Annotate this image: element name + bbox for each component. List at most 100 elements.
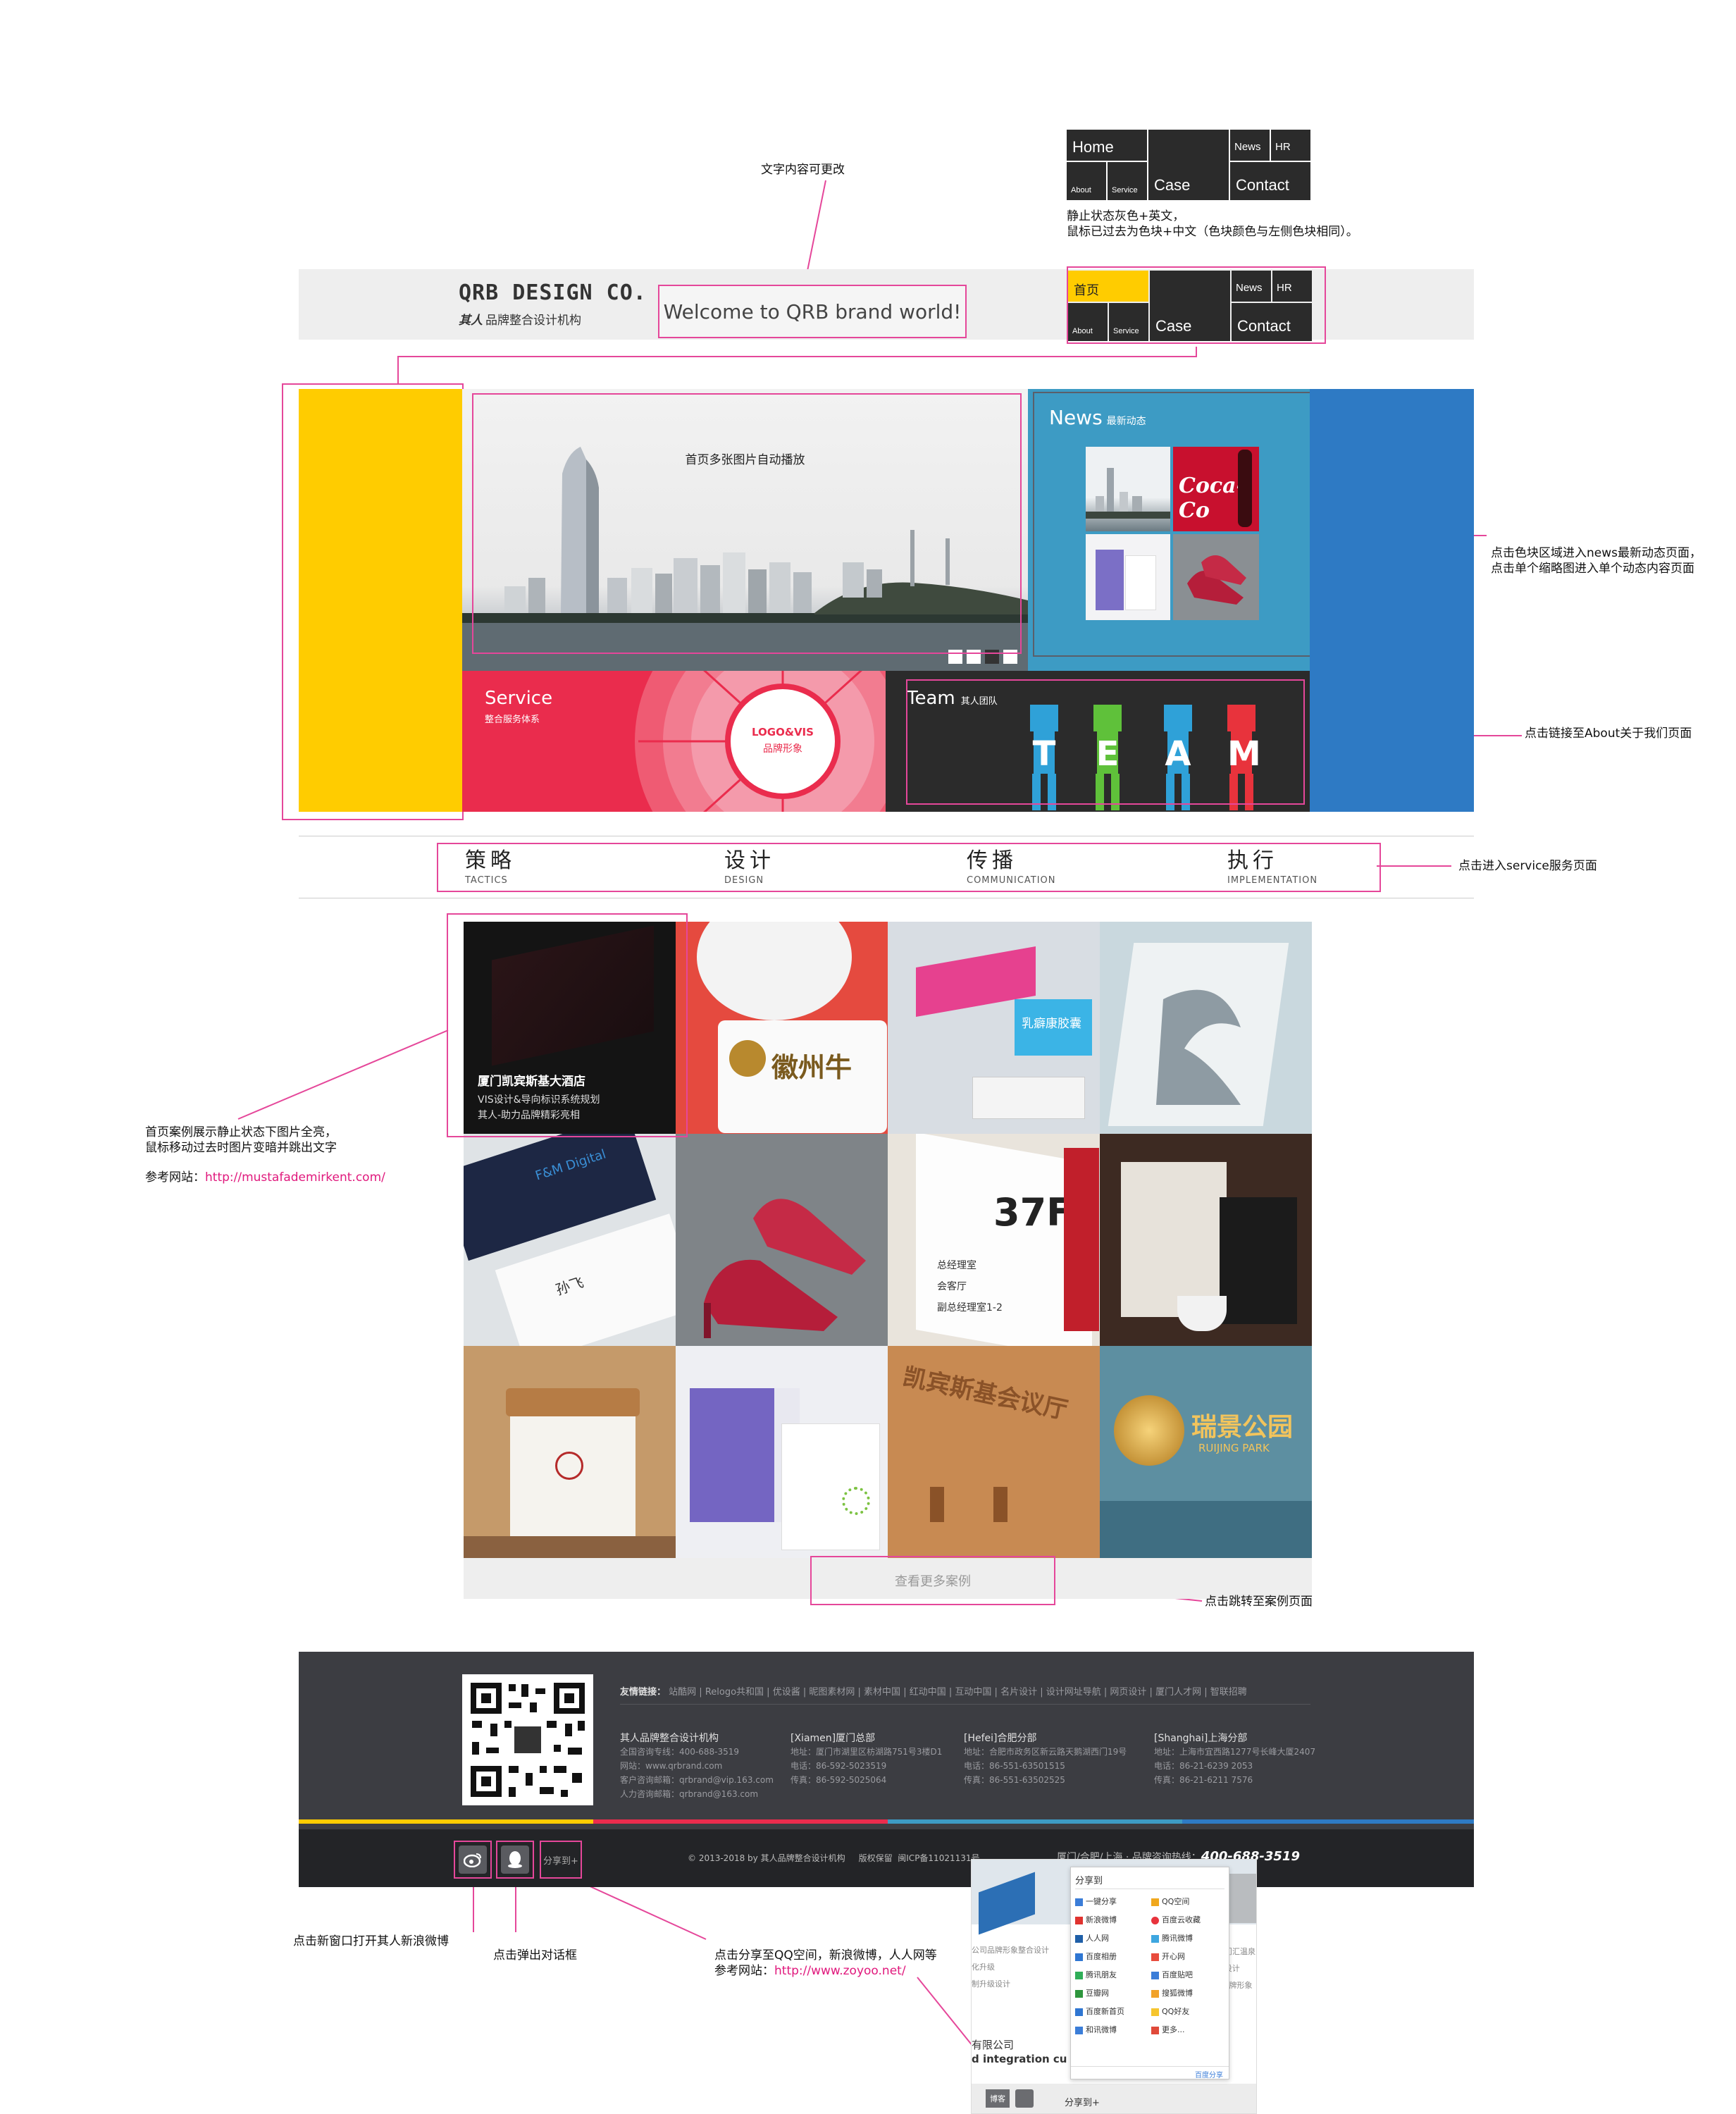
friend-link-7[interactable]: 互动中国: [955, 1687, 991, 1698]
case-thumb-signage[interactable]: 37F 总经理室 会客厅 副总经理室1-2: [888, 1134, 1100, 1346]
slideshow-highlight: [472, 393, 1022, 654]
stripe-yellow: [299, 1819, 593, 1824]
friend-link-11[interactable]: 厦门人才网: [1155, 1687, 1201, 1698]
share-item-qzone[interactable]: QQ空间: [1151, 1896, 1227, 1907]
case-sign-room2: 会客厅: [937, 1281, 967, 1292]
share-item-oneclick[interactable]: 一键分享: [1075, 1896, 1151, 1907]
logo-mark: 其人: [459, 314, 483, 328]
strategy-design[interactable]: 设计 DESIGN: [724, 843, 775, 886]
case-thumb-packaging[interactable]: [1100, 1134, 1312, 1346]
case-thumb-shoes[interactable]: [676, 1134, 888, 1346]
share-bg-text: d integration cu: [972, 2053, 1067, 2065]
case-wood-text: 凯宾斯基会议厅: [900, 1362, 1070, 1426]
share-item-kaixin[interactable]: 开心网: [1151, 1951, 1227, 1962]
office-hq-line: 客户咨询邮箱：qrbrand@vip.163.com: [620, 1775, 774, 1785]
friend-link-9[interactable]: 设计网址导航: [1046, 1687, 1101, 1698]
case-thumb-park[interactable]: 瑞景公园 RUIJING PARK: [1100, 1346, 1312, 1558]
share-item-more[interactable]: 更多...: [1151, 2024, 1227, 2035]
nav-static-demo: Home About Service Case News HR Contact: [1067, 130, 1310, 200]
office-hefei-line: 电话：86-551-63501515: [964, 1761, 1065, 1771]
case-thumb-booklet[interactable]: [1100, 922, 1312, 1134]
office-xiamen-line: 电话：86-592-5023519: [790, 1761, 887, 1771]
share-reference-link[interactable]: http://www.zoyoo.net/: [774, 1964, 906, 1978]
nav-hover: 首页 About Service Case News HR Contact: [1068, 271, 1312, 341]
friend-link-8[interactable]: 名片设计: [1000, 1687, 1037, 1698]
case-thumb-medicine-box[interactable]: 乳癖康胶囊: [888, 922, 1100, 1134]
nav-static-news[interactable]: News: [1230, 130, 1270, 161]
friend-link-5[interactable]: 素材中国: [864, 1687, 900, 1698]
share-menu-title: 分享到: [1075, 1876, 1103, 1886]
case-tea-text: 徽州牛: [771, 1052, 852, 1083]
friend-link-4[interactable]: 昵图素材网: [809, 1687, 855, 1698]
case-park-cn: 瑞景公园: [1191, 1413, 1294, 1442]
annotation-reference: 参考网站：http://mustafademirkent.com/: [145, 1170, 385, 1185]
weibo-button[interactable]: [459, 1846, 487, 1874]
share-item-renren[interactable]: 人人网: [1075, 1932, 1151, 1943]
nav-item-service[interactable]: Service: [1109, 303, 1148, 341]
nav-static-contact[interactable]: Contact: [1230, 162, 1310, 200]
annotation-team-click: 点击链接至About关于我们页面: [1525, 727, 1692, 741]
friend-link-6[interactable]: 红动中国: [910, 1687, 946, 1698]
office-hefei-line: 传真：86-551-63502525: [964, 1775, 1065, 1785]
annotation-nav-hover: 鼠标已过去为色块+中文（色块颜色与左侧色块相同）。: [1067, 225, 1358, 239]
share-button[interactable]: 分享到+: [540, 1841, 582, 1879]
nav-static-hr[interactable]: HR: [1271, 130, 1310, 161]
qq-button[interactable]: [501, 1846, 529, 1874]
friend-link-12[interactable]: 智联招聘: [1210, 1687, 1247, 1698]
share-item-qq-friends[interactable]: QQ好友: [1151, 2005, 1227, 2017]
service-block[interactable]: Service 整合服务体系 LOGO&VIS 品牌形象: [462, 671, 886, 812]
share-item-douban[interactable]: 豆瓣网: [1075, 1987, 1151, 1998]
strategy-implementation[interactable]: 执行 IMPLEMENTATION: [1227, 843, 1318, 886]
case-thumb-noodle-jar[interactable]: [464, 1346, 676, 1558]
reference-link[interactable]: http://mustafademirkent.com/: [205, 1170, 385, 1185]
nav-item-hr[interactable]: HR: [1272, 271, 1312, 302]
share-item-baidu-home[interactable]: 百度新首页: [1075, 2005, 1151, 2017]
share-item-tencent-friends[interactable]: 腾讯朋友: [1075, 1969, 1151, 1980]
share-item-sina-weibo[interactable]: 新浪微博: [1075, 1914, 1151, 1925]
nav-static-service[interactable]: Service: [1108, 162, 1147, 200]
annotation-dialog-click: 点击弹出对话框: [493, 1948, 577, 1962]
share-item-tencent-weibo[interactable]: 腾讯微博: [1151, 1932, 1227, 1943]
annotation-share-click: 点击分享至QQ空间，新浪微博，人人网等: [714, 1948, 937, 1962]
case-box-text: 乳癖康胶囊: [1022, 1017, 1081, 1031]
share-item-baidu-cloud[interactable]: 百度云收藏: [1151, 1914, 1227, 1925]
share-item-baidu-tieba[interactable]: 百度贴吧: [1151, 1969, 1227, 1980]
share-menu-items: 一键分享 QQ空间 新浪微博 百度云收藏 人人网 腾讯微博 百度相册 开心网 腾…: [1075, 1896, 1227, 2035]
more-cases-button[interactable]: 查看更多案例: [810, 1556, 1055, 1605]
nav-item-news[interactable]: News: [1232, 271, 1271, 302]
service-circle-line1: LOGO&VIS: [752, 726, 814, 738]
friend-link-1[interactable]: 站酷网: [669, 1687, 696, 1698]
office-hq-line: 全国咨询专线：400-688-3519: [620, 1747, 740, 1757]
case-thumb-tea[interactable]: 徽州牛: [676, 922, 888, 1134]
office-xiamen-line: 地址：厦门市湖里区枋湖路751号3楼D1: [790, 1747, 943, 1757]
blue-side-block: [1310, 389, 1474, 812]
strategy-communication[interactable]: 传播 COMMUNICATION: [967, 843, 1056, 886]
office-shanghai-line: 地址：上海市宜西路1277号长峰大厦2407: [1154, 1747, 1316, 1757]
share-bg-text: 制升级设计: [972, 1979, 1010, 1989]
nav-static-case[interactable]: Case: [1148, 130, 1229, 200]
friend-link-10[interactable]: 网页设计: [1110, 1687, 1146, 1698]
nav-item-home[interactable]: 首页: [1068, 271, 1148, 302]
case-thumb-shopping-bags[interactable]: [676, 1346, 888, 1558]
nav-static-home[interactable]: Home: [1067, 130, 1147, 161]
case-thumb-wood-sign[interactable]: 凯宾斯基会议厅: [888, 1346, 1100, 1558]
welcome-message: Welcome to QRB brand world!: [658, 285, 967, 338]
nav-item-case[interactable]: Case: [1150, 271, 1230, 341]
friend-link-2[interactable]: Relogo共和国: [705, 1687, 764, 1698]
nav-item-about[interactable]: About: [1068, 303, 1108, 341]
friend-link-3[interactable]: 优设酱: [773, 1687, 800, 1698]
case-thumb-business-card[interactable]: F&M Digital 孙飞: [464, 1134, 676, 1346]
share-item-hexun-weibo[interactable]: 和讯微博: [1075, 2024, 1151, 2035]
annotation-nav-static: 静止状态灰色+英文，: [1067, 209, 1185, 223]
strategy-tactics[interactable]: 策略 TACTICS: [465, 843, 516, 886]
logo-text[interactable]: QRB DESIGN CO.: [459, 280, 647, 305]
nav-item-contact[interactable]: Contact: [1232, 303, 1312, 341]
nav-static-about[interactable]: About: [1067, 162, 1106, 200]
share-bg-text: 公司品牌形象整合设计: [972, 1946, 1049, 1955]
share-item-baidu-album[interactable]: 百度相册: [1075, 1951, 1151, 1962]
friend-links: 友情链接： 站酷网 | Relogo共和国 | 优设酱 | 昵图素材网 | 素材…: [620, 1687, 1247, 1698]
share-item-sohu-weibo[interactable]: 搜狐微博: [1151, 1987, 1227, 1998]
office-hq-line: 网站：www.qrbrand.com: [620, 1761, 723, 1771]
share-bg-weibo-icon: [1015, 2089, 1034, 2108]
stripe-cyan: [888, 1819, 1182, 1824]
